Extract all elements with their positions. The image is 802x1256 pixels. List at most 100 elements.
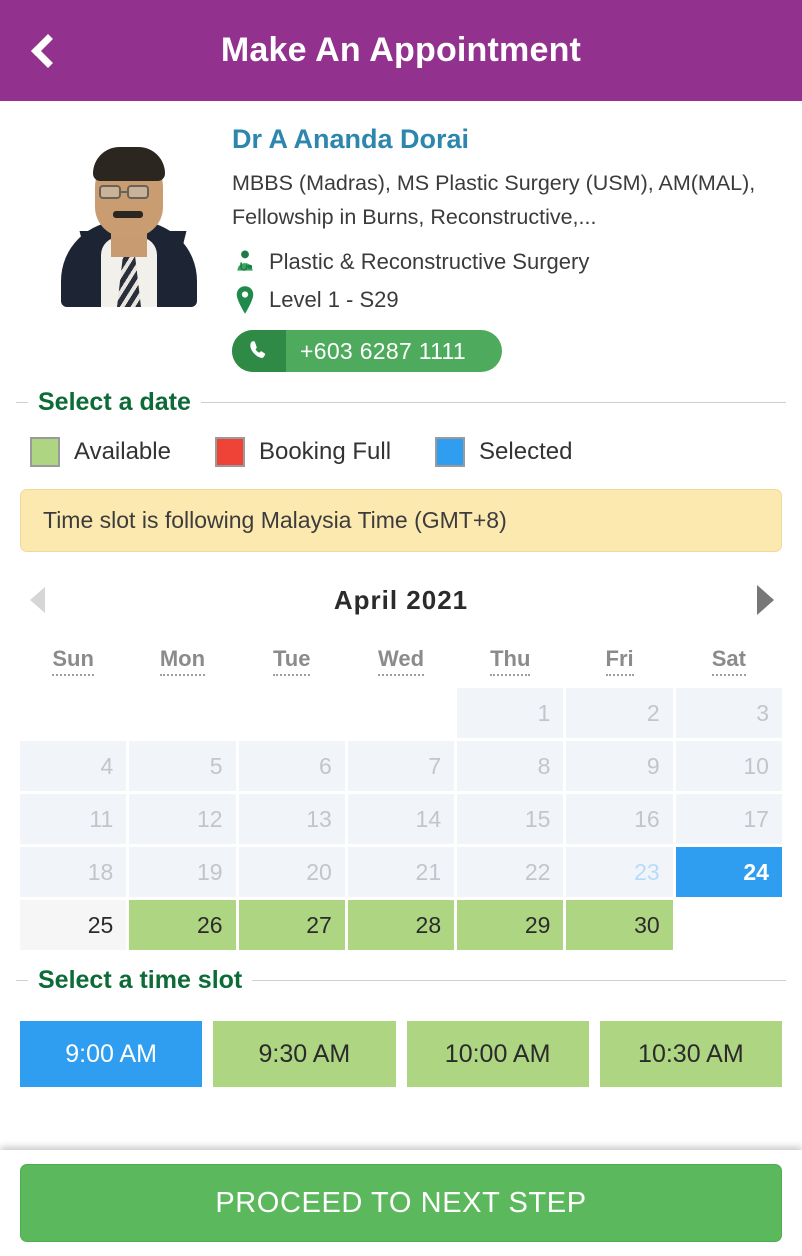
calendar-weekday-fri: Fri [566, 628, 672, 688]
doctor-location-row: Level 1 - S29 [232, 283, 782, 316]
calendar-weekday-mon: Mon [129, 628, 235, 688]
doctor-details: Dr A Ananda Dorai MBBS (Madras), MS Plas… [224, 119, 782, 373]
calendar-day-cell: 1 [457, 688, 564, 739]
back-button[interactable] [14, 0, 74, 101]
select-time-label: Select a time slot [38, 966, 243, 995]
calendar-day-cell: 23 [566, 847, 673, 898]
chevron-left-icon [31, 33, 65, 68]
legend-item-selected: Selected [435, 437, 573, 468]
time-slot-list: 9:00 AM 9:30 AM 10:00 AM 10:30 AM [0, 995, 802, 1088]
calendar-day-cell[interactable]: 29 [457, 900, 564, 951]
select-date-section-header: Select a date [0, 388, 802, 417]
triangle-left-icon [29, 587, 45, 614]
doctor-icon [232, 248, 258, 276]
calendar-legend: Available Booking Full Selected [0, 417, 802, 468]
calendar-weekday-label: Sun [52, 646, 94, 677]
calendar-day-cell[interactable]: 28 [347, 900, 455, 951]
calendar-weekday-wed: Wed [348, 628, 454, 688]
appointment-screen: Make An Appointment Dr A Ananda Dorai MB… [0, 0, 802, 1256]
calendar-day-cell[interactable]: 24 [675, 847, 782, 898]
time-slot-option[interactable]: 10:30 AM [599, 1021, 782, 1088]
calendar-day-cell[interactable]: 27 [238, 900, 345, 951]
legend-swatch-available [30, 437, 60, 468]
bottom-action-bar: PROCEED TO NEXT STEP [0, 1150, 802, 1256]
calendar-weekday-label: Wed [377, 646, 425, 677]
legend-label-selected: Selected [479, 438, 573, 466]
calendar-day-cell: 25 [20, 900, 127, 951]
calendar-cell-empty [348, 688, 454, 738]
calendar-month-title: April 2021 [333, 584, 469, 615]
calendar-weekday-label: Fri [605, 646, 634, 677]
doctor-photo-wrap [34, 119, 224, 372]
calendar-day-cell: 8 [457, 741, 564, 792]
calendar-cell-empty [129, 688, 235, 738]
calendar: April 2021 Sun Mon Tue Wed Thu Fri Sat 1234567… [0, 572, 802, 951]
calendar-weekday-label: Sat [711, 646, 746, 677]
calendar-day-cell: 11 [20, 794, 127, 845]
calendar-weekday-thu: Thu [457, 628, 563, 688]
calendar-weekday-label: Mon [159, 646, 206, 677]
legend-label-available: Available [74, 438, 171, 466]
calendar-day-cell: 12 [129, 794, 236, 845]
calendar-day-cell[interactable]: 26 [129, 900, 236, 951]
doctor-specialty: Plastic & Reconstructive Surgery [269, 249, 590, 275]
calendar-day-cell: 16 [566, 794, 673, 845]
calendar-cell-empty [676, 900, 782, 950]
calendar-day-cell: 10 [675, 741, 782, 792]
phone-icon [232, 330, 286, 373]
call-doctor-button[interactable]: +603 6287 1111 [232, 330, 502, 373]
calendar-days-grid: 1 2 3 4 5 6 7 8 9 10 11 12 13 14 15 16 17 18 19 20 21 22 23 24 2… [20, 688, 782, 951]
time-divider-left [16, 980, 28, 982]
calendar-day-cell: 14 [347, 794, 455, 845]
legend-swatch-selected [435, 437, 466, 468]
calendar-day-cell: 6 [238, 741, 345, 792]
app-header: Make An Appointment [0, 0, 802, 101]
section-divider-right [200, 402, 786, 404]
calendar-weekday-sat: Sat [676, 628, 782, 688]
time-slot-option[interactable]: 9:00 AM [20, 1021, 203, 1088]
doctor-location: Level 1 - S29 [269, 287, 399, 313]
time-divider-right [252, 980, 786, 982]
calendar-nav: April 2021 [20, 572, 782, 628]
next-month-button[interactable] [748, 583, 782, 617]
calendar-cell-empty [239, 688, 345, 738]
calendar-weekday-row: Sun Mon Tue Wed Thu Fri Sat [20, 628, 782, 688]
calendar-weekday-label: Thu [490, 646, 531, 677]
select-date-label: Select a date [38, 388, 191, 417]
calendar-day-cell: 21 [347, 847, 455, 898]
calendar-weekday-sun: Sun [20, 628, 126, 688]
location-pin-icon [232, 286, 258, 314]
calendar-weekday-label: Tue [272, 646, 311, 677]
time-slot-option[interactable]: 9:30 AM [213, 1021, 396, 1088]
doctor-specialty-row: Plastic & Reconstructive Surgery [232, 245, 782, 278]
time-slot-option[interactable]: 10:00 AM [406, 1021, 589, 1088]
prev-month-button[interactable] [20, 583, 54, 617]
doctor-portrait-image [43, 127, 215, 307]
doctor-phone-number: +603 6287 1111 [300, 337, 466, 364]
doctor-card: Dr A Ananda Dorai MBBS (Madras), MS Plas… [0, 101, 802, 373]
calendar-day-cell: 20 [238, 847, 345, 898]
legend-swatch-booking-full [214, 437, 245, 468]
doctor-name[interactable]: Dr A Ananda Dorai [232, 123, 782, 155]
calendar-day-cell: 22 [457, 847, 564, 898]
calendar-day-cell: 17 [675, 794, 782, 845]
legend-item-available: Available [30, 437, 171, 468]
calendar-day-cell: 15 [457, 794, 564, 845]
page-title: Make An Appointment [220, 31, 582, 69]
section-divider-left [16, 402, 28, 404]
select-time-section-header: Select a time slot [0, 966, 802, 995]
proceed-to-next-step-button[interactable]: PROCEED TO NEXT STEP [20, 1164, 782, 1242]
calendar-day-cell[interactable]: 30 [566, 900, 673, 951]
calendar-day-cell: 7 [347, 741, 455, 792]
calendar-day-cell: 19 [129, 847, 236, 898]
doctor-qualifications: MBBS (Madras), MS Plastic Surgery (USM),… [232, 171, 756, 230]
calendar-day-cell: 2 [566, 688, 673, 739]
calendar-day-cell: 9 [566, 741, 673, 792]
calendar-cell-empty [20, 688, 126, 738]
calendar-day-cell: 13 [238, 794, 345, 845]
calendar-day-cell: 3 [675, 688, 782, 739]
legend-item-booking-full: Booking Full [214, 437, 392, 468]
calendar-weekday-tue: Tue [239, 628, 345, 688]
legend-label-booking-full: Booking Full [258, 438, 392, 466]
calendar-day-cell: 18 [20, 847, 127, 898]
